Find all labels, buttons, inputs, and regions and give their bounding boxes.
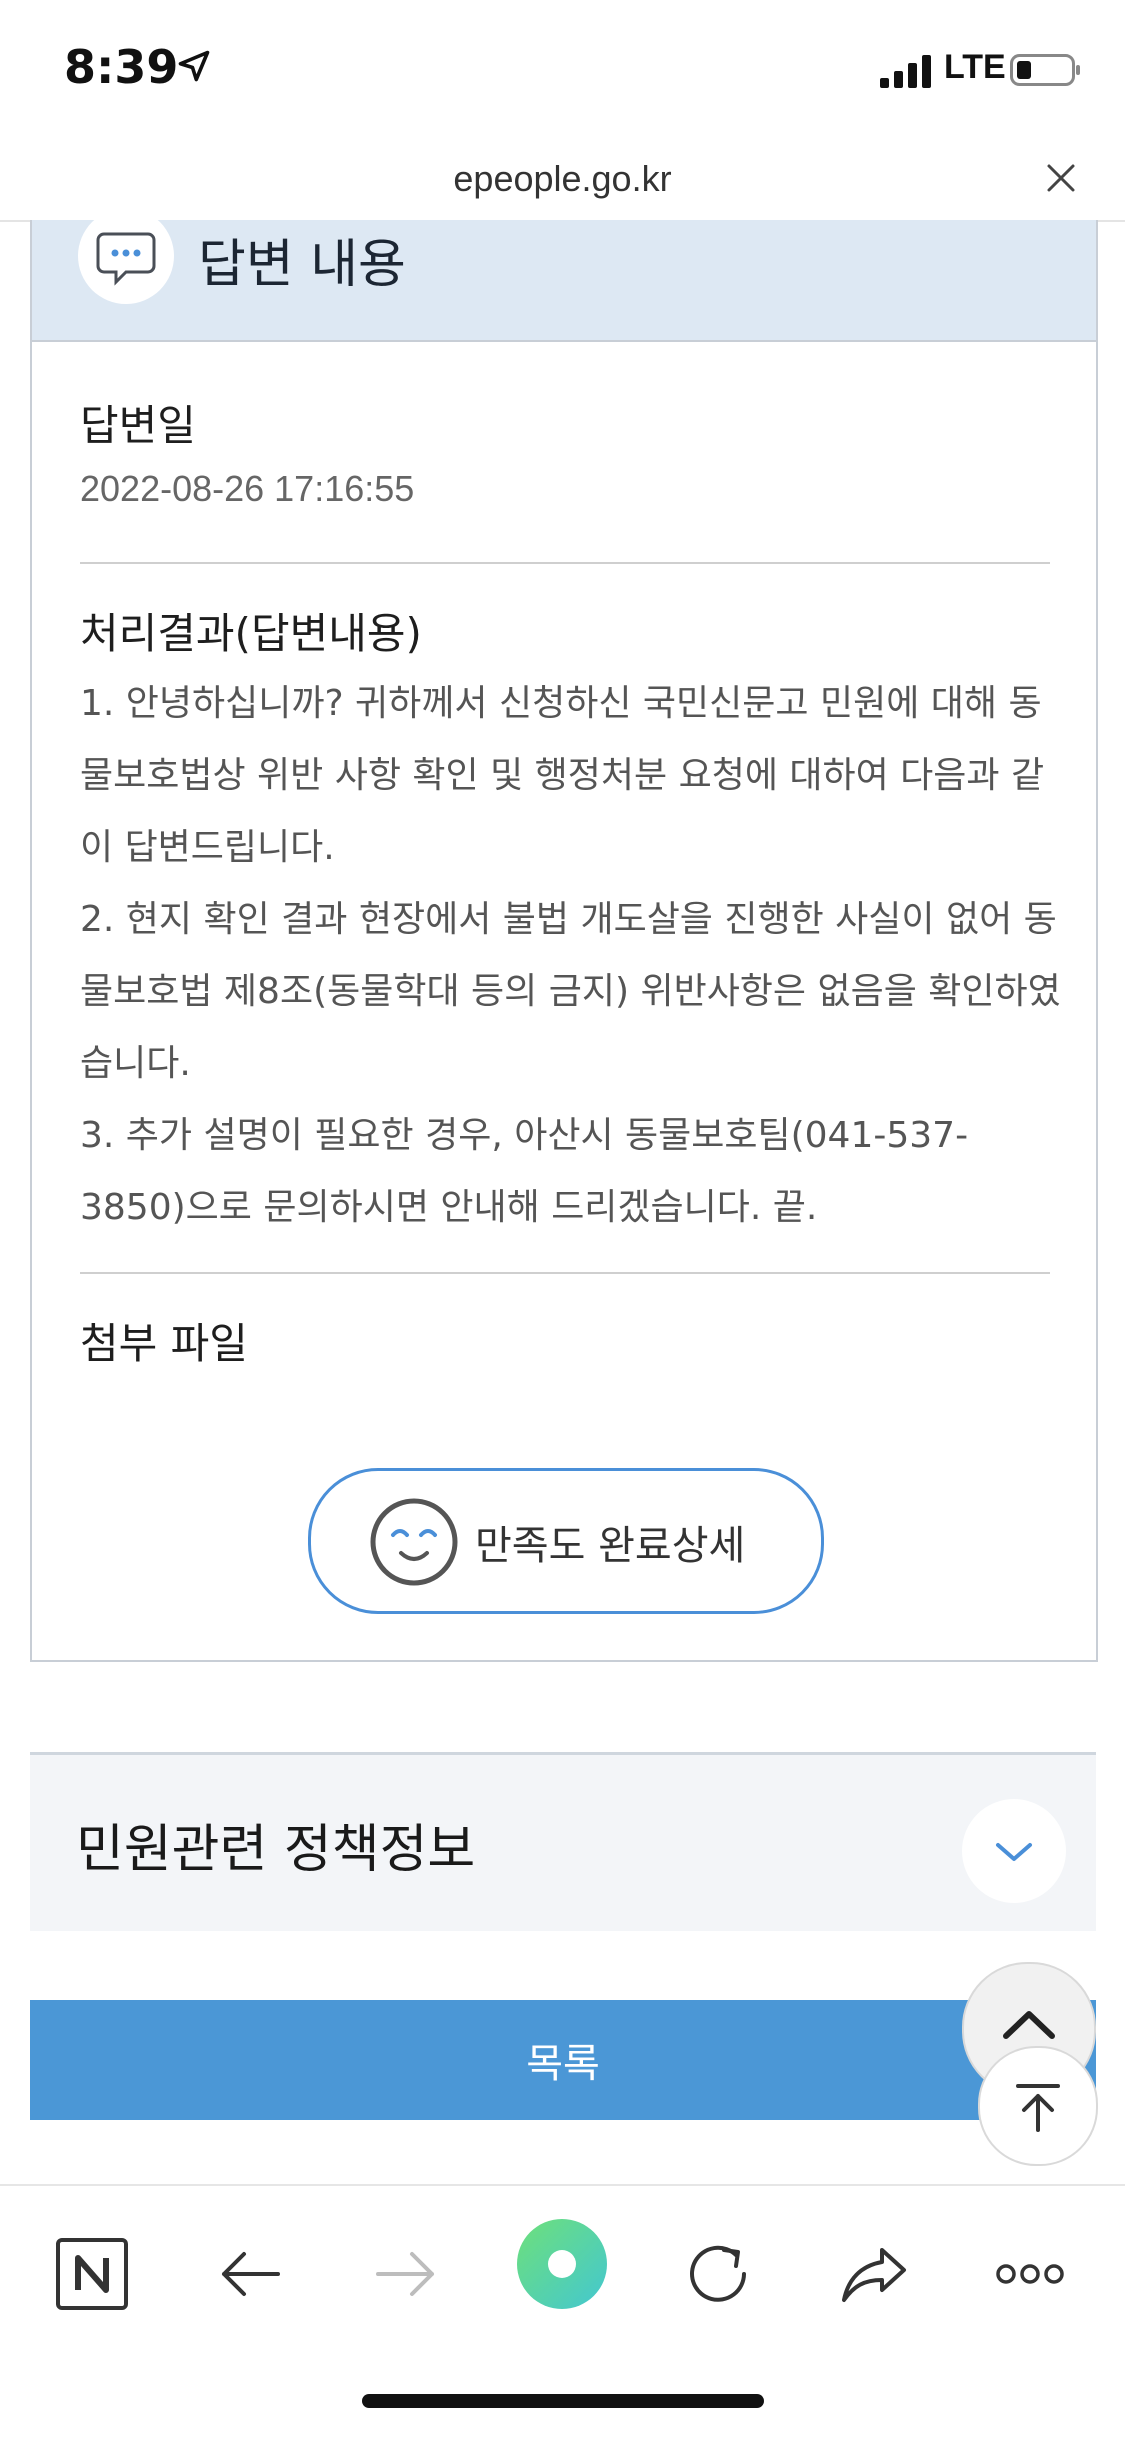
attachment-label: 첨부 파일 xyxy=(80,1319,248,1368)
result-content: 1. 안녕하십니까? 귀하께서 신청하신 국민신문고 민원에 대해 동물보호법상… xyxy=(80,668,1070,1244)
divider xyxy=(80,562,1050,564)
answer-date-label: 답변일 xyxy=(80,401,196,450)
status-bar: 8:39 LTE xyxy=(0,0,1125,140)
go-button-icon[interactable] xyxy=(514,2216,610,2312)
share-icon[interactable] xyxy=(826,2226,922,2322)
result-label: 처리결과(답변내용) xyxy=(80,609,422,658)
location-arrow-icon xyxy=(178,50,210,82)
back-arrow-icon[interactable] xyxy=(202,2226,298,2322)
result-paragraph-2: 2. 현지 확인 결과 현장에서 불법 개도살을 진행한 사실이 없어 동물보호… xyxy=(80,899,1061,1084)
satisfaction-detail-button[interactable]: 만족도 완료상세 xyxy=(308,1468,824,1614)
home-indicator xyxy=(362,2394,764,2408)
policy-info-section[interactable]: 민원관련 정책정보 xyxy=(30,1752,1096,1931)
battery-icon xyxy=(1010,54,1080,86)
divider xyxy=(80,1272,1050,1274)
answer-header: 답변 내용 xyxy=(32,208,1096,342)
network-type: LTE xyxy=(944,48,1006,86)
smile-icon xyxy=(370,1498,458,1586)
result-paragraph-1: 1. 안녕하십니까? 귀하께서 신청하신 국민신문고 민원에 대해 동물보호법상… xyxy=(80,683,1045,868)
more-icon[interactable] xyxy=(982,2226,1078,2322)
signal-icon xyxy=(880,55,931,88)
naver-icon[interactable] xyxy=(44,2226,140,2322)
scroll-to-top-button[interactable] xyxy=(978,2046,1098,2166)
policy-expand-button[interactable] xyxy=(962,1799,1066,1903)
reload-icon[interactable] xyxy=(670,2226,766,2322)
url-text: epeople.go.kr xyxy=(453,158,672,199)
answer-panel: 답변 내용 답변일 2022-08-26 17:16:55 처리결과(답변내용)… xyxy=(30,208,1098,1662)
arrow-to-top-icon xyxy=(1016,2084,1060,2132)
chat-bubble-icon xyxy=(78,208,174,304)
result-paragraph-3: 3. 추가 설명이 필요한 경우, 아산시 동물보호팀(041-537-3850… xyxy=(80,1115,969,1228)
answer-date-value: 2022-08-26 17:16:55 xyxy=(80,468,415,509)
chevron-down-icon xyxy=(996,1843,1032,1861)
satisfaction-button-label: 만족도 완료상세 xyxy=(475,1523,746,1569)
answer-title: 답변 내용 xyxy=(198,235,406,295)
close-icon[interactable] xyxy=(1041,158,1081,198)
policy-info-title: 민원관련 정책정보 xyxy=(76,1820,476,1880)
list-button[interactable]: 목록 xyxy=(30,2000,1096,2120)
forward-arrow-icon[interactable] xyxy=(358,2226,454,2322)
status-time: 8:39 xyxy=(64,40,179,94)
